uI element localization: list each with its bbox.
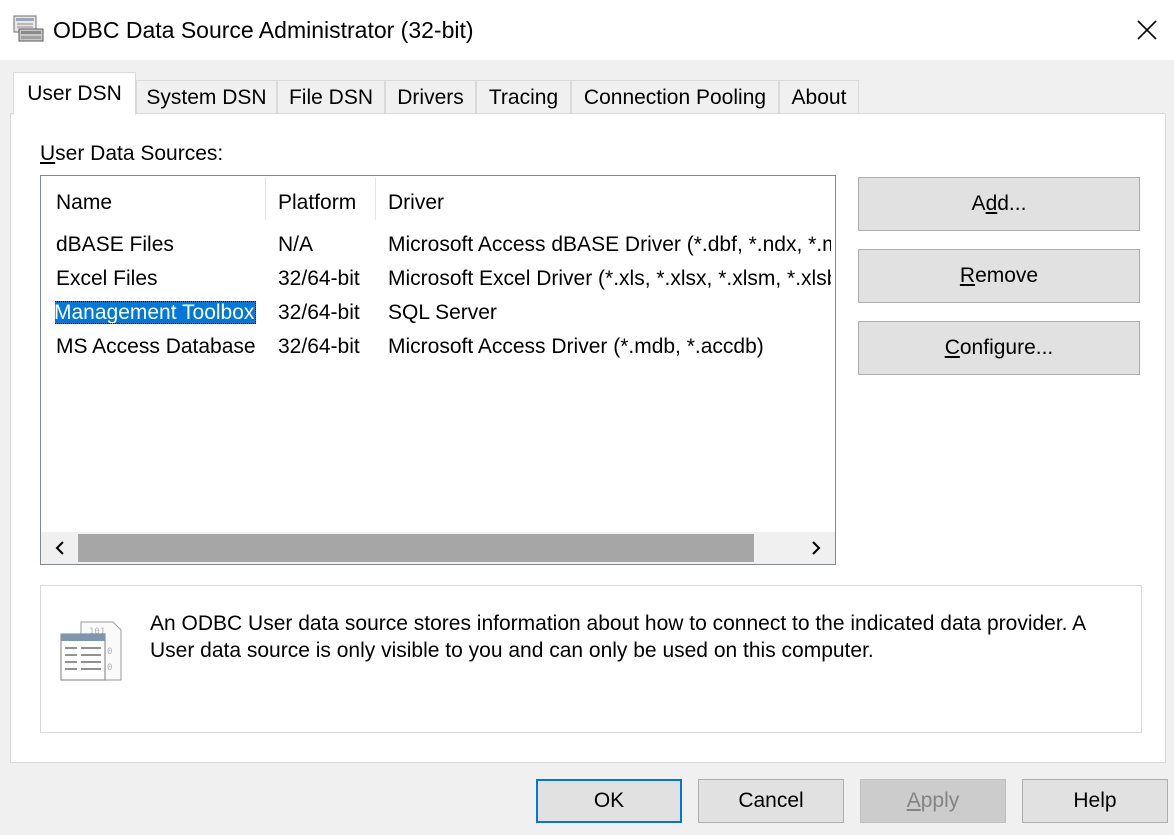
row-driver: Microsoft Excel Driver (*.xls, *.xlsx, *… [388, 267, 831, 290]
data-source-icon: 101 0 0 [60, 621, 122, 681]
tab-file-dsn[interactable]: File DSN [277, 80, 385, 114]
row-platform: N/A [278, 233, 314, 256]
row-name: Management Toolbox [55, 301, 257, 324]
odbc-admin-icon [13, 15, 44, 42]
info-description: An ODBC User data source stores informat… [150, 612, 1086, 662]
chevron-right-icon [812, 541, 821, 555]
column-header-platform[interactable]: Platform [278, 186, 374, 220]
window-title: ODBC Data Source Administrator (32-bit) [53, 17, 474, 43]
row-name: MS Access Database [56, 335, 256, 358]
user-data-sources-label: User Data Sources: [40, 140, 223, 168]
label-part: onfigure... [959, 336, 1054, 359]
svg-text:0: 0 [107, 647, 112, 657]
list-header: Name Platform Driver [41, 186, 835, 220]
cancel-button[interactable]: Cancel [698, 779, 844, 823]
info-box: 101 0 0 An ODBC User data source stores … [40, 585, 1142, 733]
mnemonic: R [959, 264, 976, 287]
tab-user-dsn[interactable]: User DSN [13, 72, 136, 115]
svg-text:0: 0 [107, 663, 112, 673]
list-row-selected[interactable]: Management Toolbox 32/64-bit SQL Server [41, 296, 835, 330]
column-divider[interactable] [375, 178, 376, 220]
row-platform: 32/64-bit [278, 267, 360, 290]
scroll-left-button[interactable] [43, 532, 77, 564]
label-part: pply [920, 789, 960, 812]
configure-button[interactable]: Configure... [858, 321, 1140, 375]
close-icon [1137, 20, 1157, 40]
row-name: dBASE Files [56, 233, 174, 256]
row-driver: SQL Server [388, 301, 497, 324]
list-row[interactable]: dBASE Files N/A Microsoft Access dBASE D… [41, 228, 835, 262]
title-bar: ODBC Data Source Administrator (32-bit) [0, 0, 1174, 60]
tab-tracing[interactable]: Tracing [476, 80, 571, 114]
column-divider[interactable] [265, 178, 266, 220]
list-row[interactable]: Excel Files 32/64-bit Microsoft Excel Dr… [41, 262, 835, 296]
row-driver: Microsoft Access dBASE Driver (*.dbf, *.… [388, 233, 831, 256]
tab-system-dsn[interactable]: System DSN [136, 80, 277, 114]
mnemonic: C [944, 336, 960, 359]
mnemonic: A [906, 789, 921, 812]
mnemonic: U [40, 142, 56, 165]
label-part: emove [975, 264, 1039, 287]
label-part: A [971, 192, 986, 215]
label-text: ser Data Sources: [55, 142, 224, 165]
close-button[interactable] [1120, 0, 1174, 60]
horizontal-scrollbar[interactable] [41, 532, 835, 564]
label-part: d... [997, 192, 1027, 215]
tab-connection-pooling[interactable]: Connection Pooling [571, 80, 779, 114]
chevron-left-icon [55, 541, 64, 555]
column-header-name[interactable]: Name [56, 186, 265, 220]
row-driver: Microsoft Access Driver (*.mdb, *.accdb) [388, 335, 764, 358]
column-header-driver[interactable]: Driver [388, 186, 831, 220]
remove-button[interactable]: Remove [858, 249, 1140, 303]
row-platform: 32/64-bit [278, 301, 360, 324]
tab-about[interactable]: About [779, 80, 859, 114]
list-row[interactable]: MS Access Database 32/64-bit Microsoft A… [41, 330, 835, 364]
mnemonic: d [985, 192, 998, 215]
scrollbar-thumb[interactable] [78, 534, 754, 562]
add-button[interactable]: Add... [858, 177, 1140, 231]
tab-drivers[interactable]: Drivers [385, 80, 476, 114]
help-button[interactable]: Help [1022, 779, 1168, 823]
data-sources-list[interactable]: Name Platform Driver dBASE Files N/A Mic… [40, 175, 836, 565]
apply-button[interactable]: Apply [860, 779, 1006, 823]
row-platform: 32/64-bit [278, 335, 360, 358]
ok-button[interactable]: OK [536, 779, 682, 823]
row-name: Excel Files [56, 267, 158, 290]
scroll-right-button[interactable] [799, 532, 833, 564]
